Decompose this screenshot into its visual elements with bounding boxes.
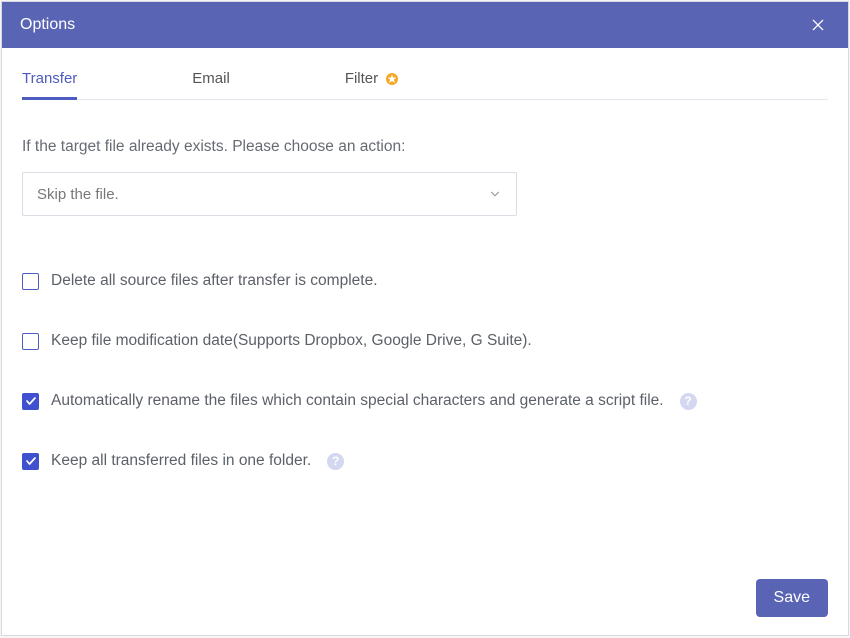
exists-action-select[interactable]: Skip the file. <box>22 172 517 216</box>
options-dialog: Options Transfer Email Filter If the tar… <box>1 1 849 636</box>
exists-prompt: If the target file already exists. Pleas… <box>22 138 828 156</box>
checkbox-label: Delete all source files after transfer i… <box>51 272 378 290</box>
close-button[interactable] <box>806 13 830 37</box>
tab-label: Email <box>192 70 230 87</box>
checkbox[interactable] <box>22 453 39 470</box>
checkbox[interactable] <box>22 393 39 410</box>
tab-content: If the target file already exists. Pleas… <box>22 100 828 470</box>
tab-label: Filter <box>345 70 378 87</box>
option-delete-source: Delete all source files after transfer i… <box>22 272 828 290</box>
options-list: Delete all source files after transfer i… <box>22 272 828 470</box>
checkbox-label: Keep all transferred files in one folder… <box>51 452 311 470</box>
tab-transfer[interactable]: Transfer <box>22 60 77 99</box>
tab-bar: Transfer Email Filter <box>22 60 828 100</box>
starburst-icon <box>384 71 400 87</box>
dialog-body: Transfer Email Filter If the target file… <box>2 48 848 635</box>
checkmark-icon <box>25 395 37 407</box>
option-one-folder: Keep all transferred files in one folder… <box>22 452 828 470</box>
help-icon[interactable]: ? <box>327 453 344 470</box>
checkbox-label: Keep file modification date(Supports Dro… <box>51 332 532 350</box>
checkbox-label: Automatically rename the files which con… <box>51 392 664 410</box>
checkbox[interactable] <box>22 273 39 290</box>
tab-filter[interactable]: Filter <box>345 60 400 99</box>
chevron-down-icon <box>488 187 502 201</box>
option-keep-mod-date: Keep file modification date(Supports Dro… <box>22 332 828 350</box>
save-button[interactable]: Save <box>756 579 828 617</box>
select-value: Skip the file. <box>37 186 119 203</box>
dialog-title: Options <box>20 16 75 34</box>
checkmark-icon <box>25 455 37 467</box>
dialog-footer: Save <box>756 579 828 617</box>
titlebar: Options <box>2 2 848 48</box>
tab-label: Transfer <box>22 70 77 87</box>
help-icon[interactable]: ? <box>680 393 697 410</box>
option-auto-rename: Automatically rename the files which con… <box>22 392 828 410</box>
checkbox[interactable] <box>22 333 39 350</box>
tab-email[interactable]: Email <box>192 60 230 99</box>
close-icon <box>810 17 826 33</box>
